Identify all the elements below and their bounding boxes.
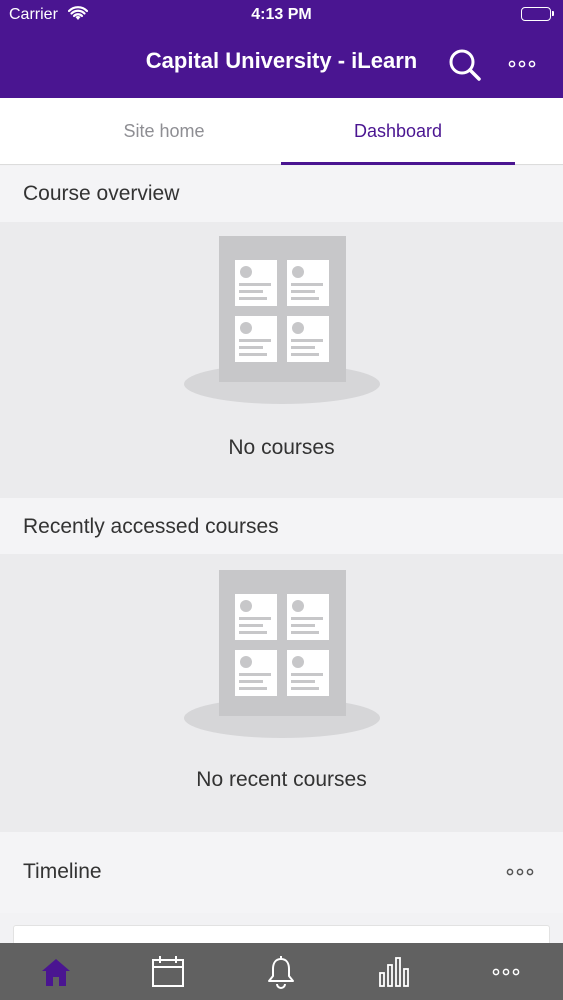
empty-recent-message: No recent courses — [196, 768, 367, 791]
tabbar-notifications[interactable] — [225, 943, 337, 1000]
tab-dashboard[interactable]: Dashboard — [281, 98, 515, 165]
more-options-icon[interactable] — [505, 54, 539, 74]
chart-icon — [379, 956, 409, 987]
empty-courses-illustration — [180, 236, 384, 406]
recent-courses-title: Recently accessed courses — [23, 515, 279, 538]
timeline-header: Timeline — [0, 832, 563, 913]
course-overview-body: No courses — [0, 222, 563, 498]
more-icon — [492, 968, 520, 975]
bottom-tab-bar — [0, 943, 563, 1000]
tabbar-more[interactable] — [450, 943, 562, 1000]
status-bar: Carrier 4:13 PM — [0, 0, 563, 30]
search-icon[interactable] — [446, 46, 484, 84]
tabbar-calendar[interactable] — [112, 943, 224, 1000]
tabbar-home[interactable] — [0, 943, 112, 1000]
recent-courses-body: No recent courses — [0, 554, 563, 832]
home-icon — [42, 958, 70, 986]
app-header: Capital University - iLearn — [0, 30, 563, 98]
course-overview-header: Course overview — [0, 166, 563, 222]
app-title: Capital University - iLearn — [145, 48, 418, 73]
empty-courses-message: No courses — [228, 436, 335, 459]
status-time: 4:13 PM — [251, 6, 312, 23]
battery-icon — [521, 7, 554, 21]
timeline-title: Timeline — [23, 860, 102, 883]
recent-courses-header: Recently accessed courses — [0, 498, 563, 554]
tabbar-grades[interactable] — [337, 943, 449, 1000]
empty-recent-illustration — [180, 570, 384, 740]
top-tabs: Site home Dashboard — [0, 98, 563, 165]
bell-icon — [268, 955, 294, 989]
timeline-more-icon[interactable] — [503, 862, 537, 882]
tab-site-home[interactable]: Site home — [47, 98, 281, 165]
calendar-icon — [152, 955, 184, 987]
course-overview-title: Course overview — [23, 182, 180, 205]
